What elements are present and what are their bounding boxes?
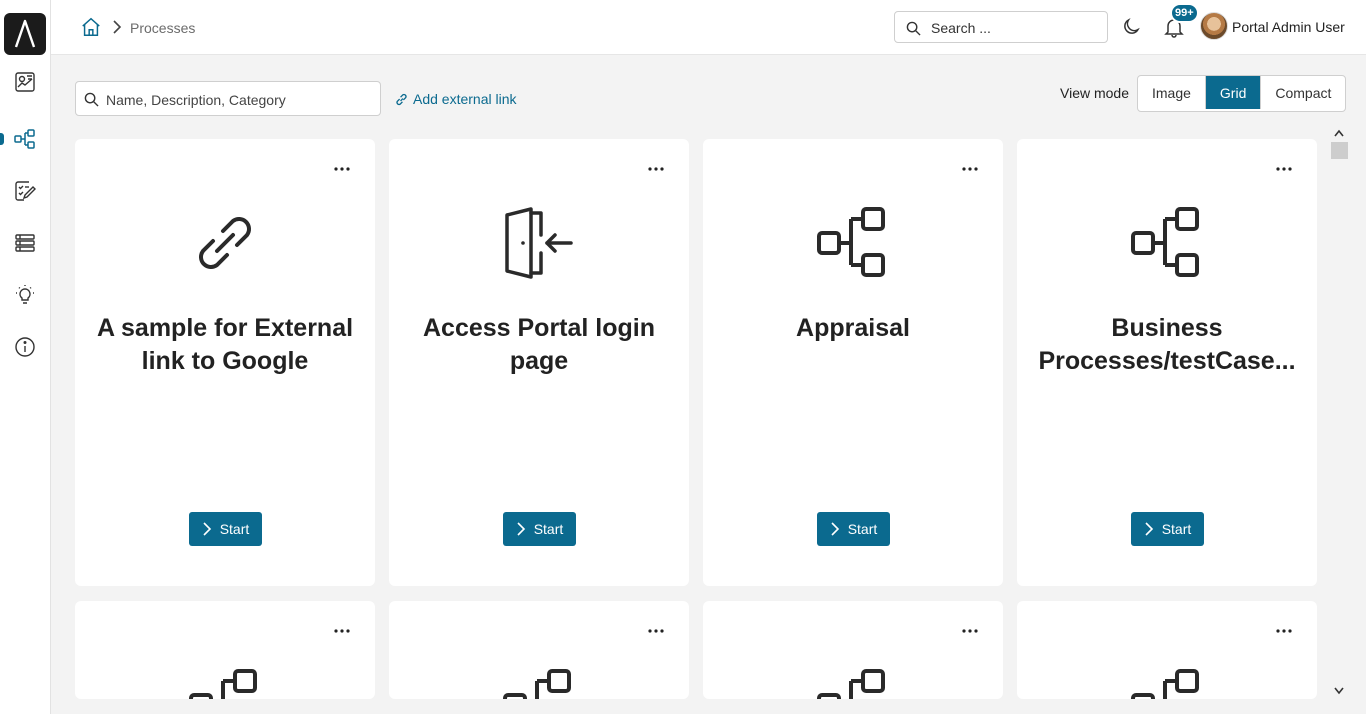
- scroll-up-icon[interactable]: [1333, 128, 1345, 138]
- chevron-right-icon: [113, 20, 122, 34]
- sidebar: [0, 0, 51, 714]
- process-title: A sample for External link to Google: [96, 314, 354, 375]
- link-icon: [396, 93, 407, 105]
- scroll-down-icon[interactable]: [1333, 686, 1345, 696]
- process-flow-icon: [189, 669, 257, 699]
- case-list-icon: [15, 234, 35, 252]
- add-external-link-label: Add external link: [413, 91, 517, 107]
- search-icon: [906, 21, 921, 36]
- start-label: Start: [533, 521, 564, 537]
- logo[interactable]: [4, 13, 46, 55]
- dark-mode-icon[interactable]: [1121, 17, 1141, 37]
- chevron-right-icon: [203, 522, 211, 536]
- top-header: Processes 99+ Portal Admin User: [51, 0, 1366, 55]
- global-search[interactable]: [894, 11, 1108, 43]
- chevron-right-icon: [517, 522, 525, 536]
- process-card: Appraisal Start: [703, 139, 1003, 586]
- process-flow-icon: [1131, 669, 1199, 699]
- info-icon: [15, 337, 35, 357]
- more-options-icon[interactable]: [1275, 627, 1293, 635]
- chevron-right-icon: [831, 522, 839, 536]
- bottom-edge: [51, 699, 1366, 714]
- process-flow-icon: [1131, 207, 1199, 277]
- process-card: Access Portal login page Start: [389, 139, 689, 586]
- avatar[interactable]: [1200, 12, 1228, 40]
- more-options-icon[interactable]: [1275, 165, 1293, 173]
- logo-icon: [14, 19, 36, 48]
- process-filter-input[interactable]: [104, 89, 378, 111]
- more-options-icon[interactable]: [647, 165, 665, 173]
- process-title: Business Processes/testCase...: [1038, 314, 1296, 375]
- start-button[interactable]: Start: [817, 512, 890, 546]
- sidebar-item-info[interactable]: [0, 330, 50, 364]
- process-card: [703, 601, 1003, 699]
- start-button[interactable]: Start: [503, 512, 576, 546]
- process-title: Appraisal: [796, 314, 910, 342]
- notification-badge: 99+: [1170, 3, 1199, 23]
- more-options-icon[interactable]: [647, 627, 665, 635]
- view-mode-grid-button[interactable]: Grid: [1205, 76, 1262, 109]
- more-options-icon[interactable]: [333, 627, 351, 635]
- process-icon: [14, 129, 35, 149]
- more-options-icon[interactable]: [961, 627, 979, 635]
- view-mode-toggle: Image Grid Compact: [1137, 75, 1347, 112]
- global-search-input[interactable]: [929, 17, 1103, 39]
- more-options-icon[interactable]: [333, 165, 351, 173]
- door-enter-icon: [505, 207, 573, 279]
- dashboard-icon: [15, 72, 35, 92]
- start-label: Start: [847, 521, 878, 537]
- process-flow-icon: [817, 207, 885, 277]
- sidebar-item-processes[interactable]: [0, 122, 50, 156]
- process-card: A sample for External link to Google Sta…: [75, 139, 375, 586]
- process-flow-icon: [817, 669, 885, 699]
- process-card: Business Processes/testCase... Start: [1017, 139, 1317, 586]
- scrollbar-thumb[interactable]: [1331, 142, 1348, 159]
- process-flow-icon: [503, 669, 571, 699]
- search-icon: [84, 92, 99, 107]
- start-button[interactable]: Start: [1131, 512, 1204, 546]
- process-card: [389, 601, 689, 699]
- start-label: Start: [219, 521, 250, 537]
- process-filter[interactable]: [75, 81, 381, 116]
- chevron-right-icon: [1145, 522, 1153, 536]
- add-external-link-button[interactable]: Add external link: [394, 91, 517, 107]
- view-mode-image-button[interactable]: Image: [1138, 76, 1206, 109]
- view-mode-label: View mode: [1060, 85, 1130, 101]
- process-card: [75, 601, 375, 699]
- breadcrumb-current: Processes: [130, 20, 196, 36]
- user-name[interactable]: Portal Admin User: [1232, 19, 1345, 35]
- view-mode-compact-button[interactable]: Compact: [1261, 76, 1345, 109]
- process-title: Access Portal login page: [422, 314, 656, 375]
- lightbulb-icon: [16, 285, 34, 304]
- sidebar-item-tasks[interactable]: [0, 174, 50, 208]
- start-button[interactable]: Start: [189, 512, 262, 546]
- home-icon[interactable]: [80, 16, 102, 38]
- task-list-icon: [15, 181, 36, 201]
- process-card: [1017, 601, 1317, 699]
- link-icon: [199, 217, 251, 269]
- sidebar-item-ideas[interactable]: [0, 278, 50, 312]
- more-options-icon[interactable]: [961, 165, 979, 173]
- sidebar-item-cases[interactable]: [0, 226, 50, 260]
- start-label: Start: [1161, 521, 1192, 537]
- sidebar-item-dashboard[interactable]: [0, 65, 50, 99]
